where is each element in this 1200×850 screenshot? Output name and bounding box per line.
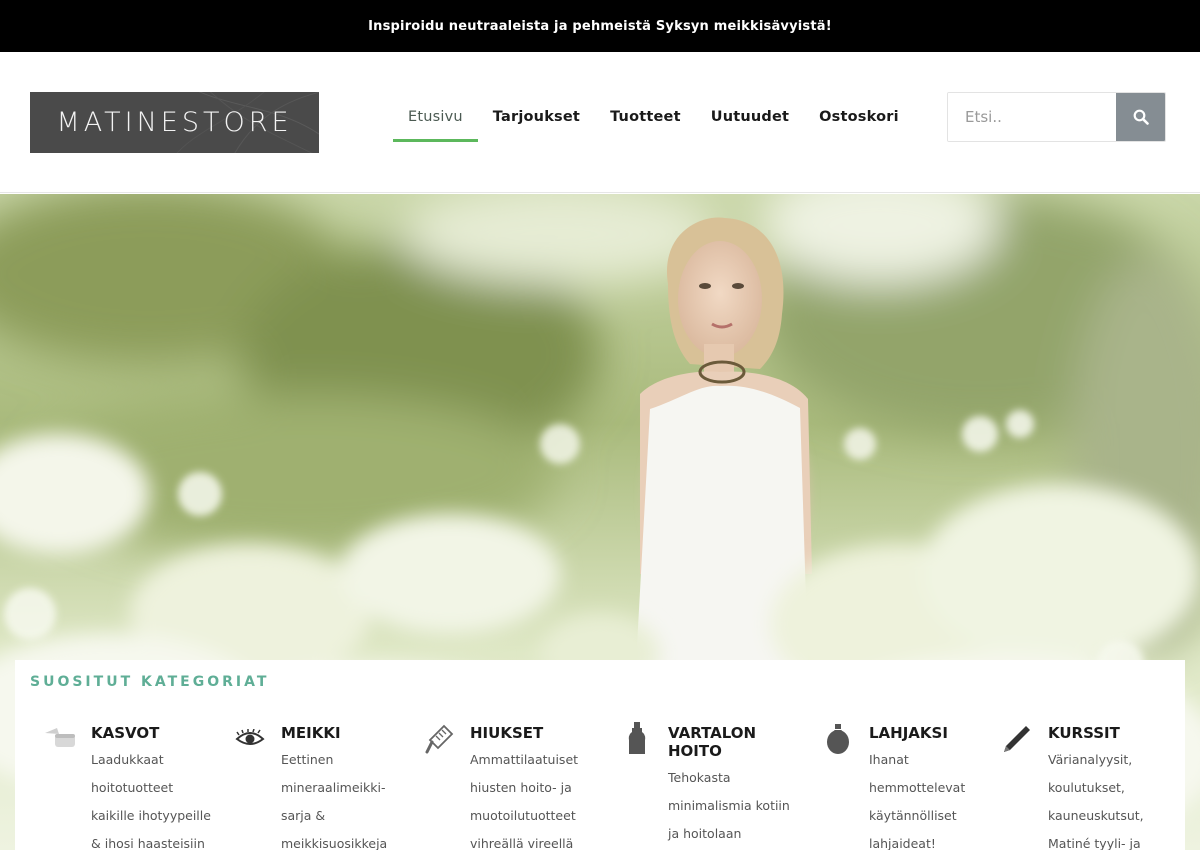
category-description: Tehokasta minimalismia kotiin ja hoitola… — [668, 770, 790, 841]
perfume-bottle-icon — [821, 722, 855, 756]
category-list: KASVOT Laadukkaat hoitotuotteet kaikille… — [15, 722, 1185, 850]
category-name: HIUKSET — [470, 724, 544, 742]
category-kasvot[interactable]: KASVOT Laadukkaat hoitotuotteet kaikille… — [43, 722, 223, 850]
site-header: MATINESTORE Etusivu Tarjoukset Tuotteet … — [0, 52, 1200, 193]
store-logo[interactable]: MATINESTORE — [30, 92, 319, 153]
category-description: Ammattilaatuiset hiusten hoito- ja muoto… — [470, 752, 579, 850]
category-kurssit[interactable]: KURSSIT Värianalyysit, koulutukset, kaun… — [1000, 722, 1180, 850]
search-icon — [1133, 109, 1149, 125]
search-button[interactable] — [1116, 93, 1165, 141]
announcement-text: Inspiroidu neutraaleista ja pehmeistä Sy… — [368, 18, 832, 34]
search-input[interactable] — [948, 93, 1116, 141]
nav-item-uutuudet[interactable]: Uutuudet — [696, 92, 804, 142]
category-hiukset[interactable]: HIUKSET Ammattilaatuiset hiusten hoito- … — [422, 722, 602, 850]
category-description: Ihanat hemmottelevat käytännölliset lahj… — [869, 752, 966, 850]
category-name: LAHJAKSI — [869, 724, 948, 742]
search-box — [947, 92, 1166, 142]
categories-title: SUOSITUT KATEGORIAT — [30, 674, 270, 690]
eye-icon — [233, 722, 267, 756]
category-description: Värianalyysit, koulutukset, kauneuskutsu… — [1048, 752, 1144, 850]
logo-text: MATINESTORE — [56, 107, 293, 138]
nav-item-etusivu[interactable]: Etusivu — [393, 92, 478, 142]
category-vartalon-hoito[interactable]: VARTALON HOITO Tehokasta minimalismia ko… — [620, 722, 810, 850]
nav-item-tarjoukset[interactable]: Tarjoukset — [478, 92, 595, 142]
category-name: KASVOT — [91, 724, 160, 742]
category-description: Eettinen mineraalimeikki-sarja & meikkis… — [281, 752, 388, 850]
popular-categories-panel: SUOSITUT KATEGORIAT KASVOT Laadukkaat ho… — [15, 660, 1185, 850]
cream-jar-icon — [43, 722, 77, 756]
category-description: Laadukkaat hoitotuotteet kaikille ihotyy… — [91, 752, 211, 850]
lotion-bottle-icon — [620, 722, 654, 756]
category-meikki[interactable]: MEIKKI Eettinen mineraalimeikki-sarja & … — [233, 722, 413, 850]
category-name: VARTALON HOITO — [668, 724, 757, 760]
announcement-bar: Inspiroidu neutraaleista ja pehmeistä Sy… — [0, 0, 1200, 52]
pencil-icon — [1000, 722, 1034, 756]
category-lahjaksi[interactable]: LAHJAKSI Ihanat hemmottelevat käytännöll… — [821, 722, 1001, 850]
main-nav: Etusivu Tarjoukset Tuotteet Uutuudet Ost… — [393, 92, 914, 142]
nav-item-ostoskori[interactable]: Ostoskori — [804, 92, 914, 142]
category-name: MEIKKI — [281, 724, 341, 742]
category-name: KURSSIT — [1048, 724, 1120, 742]
nav-item-tuotteet[interactable]: Tuotteet — [595, 92, 696, 142]
comb-icon — [422, 722, 456, 756]
